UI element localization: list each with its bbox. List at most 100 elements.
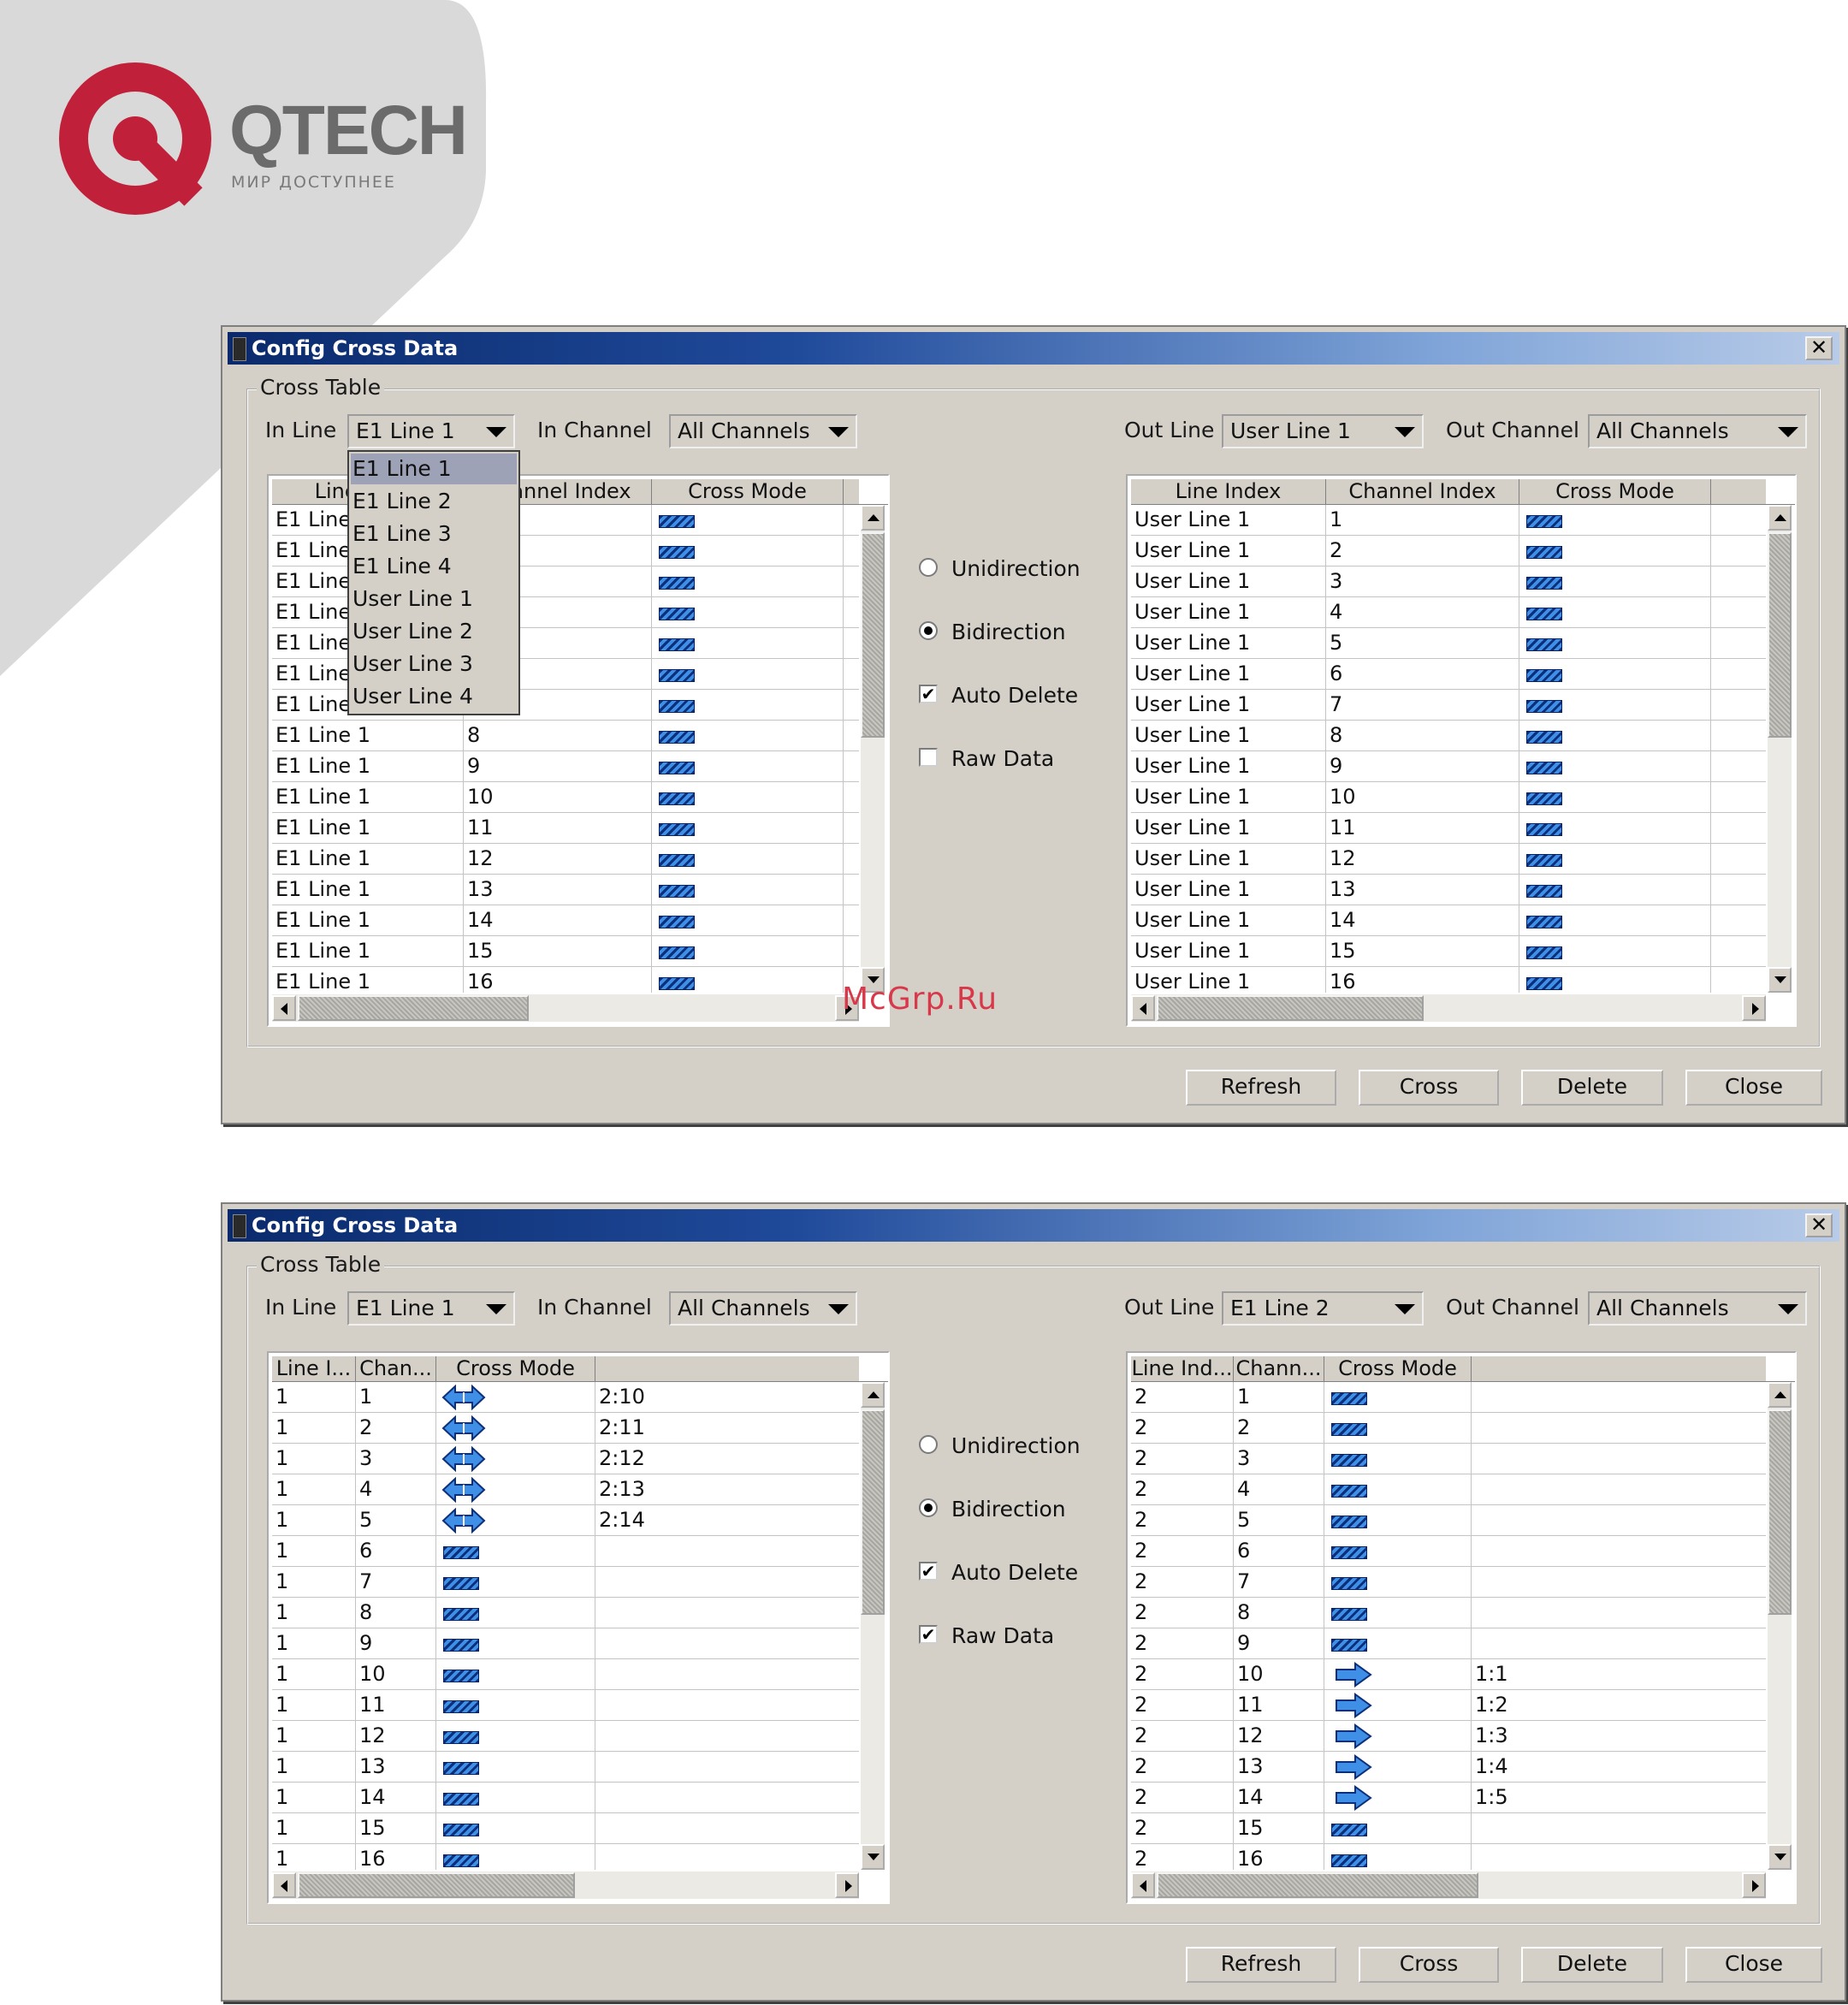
table-row[interactable]: 17 [272, 1567, 859, 1598]
table-row[interactable]: User Line 1 12 [1131, 844, 1766, 875]
scroll-up-button[interactable] [861, 505, 885, 531]
scroll-down-button[interactable] [1768, 967, 1792, 993]
table-row[interactable]: 2 13 1:4 [1131, 1752, 1766, 1783]
horizontal-scroll-thumb[interactable] [1157, 995, 1424, 1021]
cross-button[interactable]: Cross [1359, 1947, 1499, 1983]
scroll-left-button[interactable] [272, 995, 296, 1021]
vertical-scrollbar[interactable] [1768, 1382, 1792, 1870]
table-row[interactable]: User Line 1 15 [1131, 936, 1766, 967]
out-line-select[interactable]: E1 Line 2 [1222, 1291, 1424, 1326]
vertical-scroll-thumb[interactable] [1768, 1409, 1792, 1615]
in-line-select[interactable]: E1 Line 1 [347, 1291, 515, 1326]
table-row[interactable]: 2 15 [1131, 1813, 1766, 1844]
delete-button[interactable]: Delete [1521, 1947, 1663, 1983]
out-line-select[interactable]: User Line 1 [1222, 414, 1424, 448]
table-row[interactable]: 1 13 [272, 1752, 859, 1783]
unidirection-radio[interactable] [919, 558, 938, 577]
close-window-button[interactable]: ✕ [1805, 1213, 1833, 1237]
table-row[interactable]: 2 14 1:5 [1131, 1783, 1766, 1813]
dropdown-option[interactable]: User Line 2 [351, 616, 517, 647]
close-window-button[interactable]: ✕ [1805, 336, 1833, 360]
table-row[interactable]: E1 Line 1 16 [272, 967, 859, 993]
vertical-scroll-thumb[interactable] [861, 532, 885, 738]
auto-delete-checkbox[interactable]: ✔ [919, 1562, 938, 1581]
table-row[interactable]: E1 Line 1 12 [272, 844, 859, 875]
table-row[interactable]: User Line 12 [1131, 536, 1766, 567]
table-row[interactable]: 1 1 2:10 [272, 1382, 859, 1413]
table-row[interactable]: User Line 1 10 [1131, 782, 1766, 813]
column-header[interactable]: Line I... [272, 1356, 356, 1382]
scroll-up-button[interactable] [861, 1382, 885, 1408]
horizontal-scrollbar[interactable] [272, 1872, 859, 1899]
column-header[interactable]: Cross Mode [652, 479, 844, 505]
close-button[interactable]: Close [1685, 1947, 1822, 1983]
table-row[interactable]: 28 [1131, 1598, 1766, 1628]
dropdown-option[interactable]: E1 Line 3 [351, 519, 517, 549]
unidirection-radio[interactable] [919, 1435, 938, 1454]
table-row[interactable]: 1 10 [272, 1659, 859, 1690]
raw-data-checkbox[interactable]: ✔ [919, 1625, 938, 1644]
table-row[interactable]: 1 2 2:11 [272, 1413, 859, 1444]
table-row[interactable]: 25 [1131, 1505, 1766, 1536]
table-row[interactable]: E1 Line 19 [272, 751, 859, 782]
table-row[interactable]: 26 [1131, 1536, 1766, 1567]
table-row[interactable]: E1 Line 1 11 [272, 813, 859, 844]
horizontal-scrollbar[interactable] [272, 994, 859, 1022]
out-channel-select[interactable]: All Channels [1588, 414, 1807, 448]
delete-button[interactable]: Delete [1521, 1070, 1663, 1106]
table-row[interactable]: 16 [272, 1536, 859, 1567]
scroll-right-button[interactable] [1742, 995, 1766, 1021]
table-row[interactable]: 2 12 1:3 [1131, 1721, 1766, 1752]
scroll-right-button[interactable] [835, 1872, 859, 1898]
table-row[interactable]: User Line 15 [1131, 628, 1766, 659]
table-row[interactable]: User Line 19 [1131, 751, 1766, 782]
column-header[interactable]: Line Index [1131, 479, 1326, 505]
in-line-dropdown-list[interactable]: E1 Line 1 E1 Line 2 E1 Line 3 E1 Line 4 User… [347, 450, 520, 715]
table-row[interactable]: E1 Line 18 [272, 721, 859, 751]
table-row[interactable]: 22 [1131, 1413, 1766, 1444]
refresh-button[interactable]: Refresh [1186, 1070, 1336, 1106]
refresh-button[interactable]: Refresh [1186, 1947, 1336, 1983]
table-row[interactable]: 29 [1131, 1628, 1766, 1659]
table-row[interactable]: 23 [1131, 1444, 1766, 1474]
in-line-select[interactable]: E1 Line 1 [347, 414, 515, 448]
vertical-scrollbar[interactable] [861, 1382, 885, 1870]
in-channel-select[interactable]: All Channels [669, 1291, 857, 1326]
scroll-right-button[interactable] [1742, 1872, 1766, 1898]
table-row[interactable]: User Line 14 [1131, 597, 1766, 628]
dropdown-option[interactable]: E1 Line 4 [351, 551, 517, 582]
table-row[interactable]: 2 11 1:2 [1131, 1690, 1766, 1721]
table-row[interactable]: 21 [1131, 1382, 1766, 1413]
vertical-scrollbar[interactable] [1768, 505, 1792, 993]
table-row[interactable]: 1 16 [272, 1844, 859, 1870]
table-row[interactable]: E1 Line 1 14 [272, 905, 859, 936]
raw-data-checkbox[interactable] [919, 748, 938, 767]
column-header[interactable]: Cross Mode [436, 1356, 595, 1382]
table-row[interactable]: 2 10 1:1 [1131, 1659, 1766, 1690]
table-row[interactable]: E1 Line 1 10 [272, 782, 859, 813]
scroll-up-button[interactable] [1768, 505, 1792, 531]
table-row[interactable]: User Line 11 [1131, 505, 1766, 536]
table-row[interactable]: User Line 16 [1131, 659, 1766, 690]
column-header[interactable]: Chan... [356, 1356, 436, 1382]
table-row[interactable]: User Line 1 13 [1131, 875, 1766, 905]
dropdown-option[interactable]: E1 Line 2 [351, 486, 517, 517]
cross-button[interactable]: Cross [1359, 1070, 1499, 1106]
dropdown-option[interactable]: User Line 3 [351, 649, 517, 679]
column-header[interactable]: Cross Mode [1519, 479, 1711, 505]
table-row[interactable]: 18 [272, 1598, 859, 1628]
scroll-down-button[interactable] [1768, 1844, 1792, 1870]
bidirection-radio[interactable] [919, 621, 938, 640]
scroll-left-button[interactable] [1131, 1872, 1155, 1898]
auto-delete-checkbox[interactable]: ✔ [919, 685, 938, 703]
table-row[interactable]: E1 Line 1 15 [272, 936, 859, 967]
in-channel-select[interactable]: All Channels [669, 414, 857, 448]
scroll-up-button[interactable] [1768, 1382, 1792, 1408]
table-row[interactable]: 1 11 [272, 1690, 859, 1721]
table-row[interactable]: E1 Line 1 13 [272, 875, 859, 905]
dropdown-option[interactable]: User Line 4 [351, 681, 517, 712]
out-channel-select[interactable]: All Channels [1588, 1291, 1807, 1326]
dropdown-option[interactable]: E1 Line 1 [351, 454, 517, 484]
horizontal-scrollbar[interactable] [1131, 1872, 1766, 1899]
table-row[interactable]: 2 16 [1131, 1844, 1766, 1870]
